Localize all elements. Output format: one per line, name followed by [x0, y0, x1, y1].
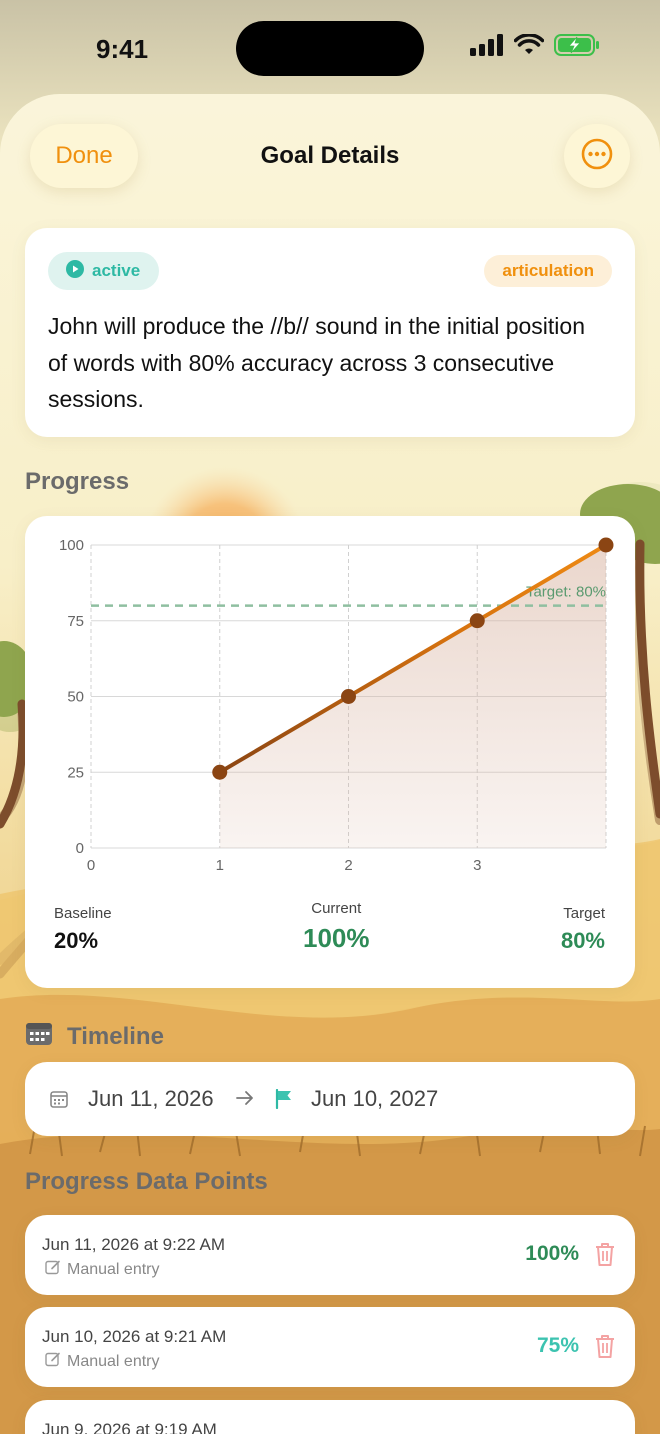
calendar-icon [25, 1020, 53, 1053]
data-point-marker [212, 764, 228, 780]
arrow-right-icon [235, 1089, 255, 1112]
baseline-label: Baseline [54, 905, 112, 922]
data-point-date: Jun 11, 2026 at 9:22 AM [42, 1235, 226, 1254]
goal-description: John will produce the //b// sound in the… [48, 313, 585, 412]
timeline-start: Jun 11, 2026 [50, 1086, 214, 1112]
ellipsis-circle-icon [581, 138, 613, 175]
y-tick-label: 25 [67, 764, 84, 781]
timeline-start-date: Jun 11, 2026 [88, 1086, 214, 1111]
target-value: 80% [560, 928, 605, 953]
data-point-source: Manual entry [45, 1351, 160, 1372]
data-point-value: 100% [525, 1242, 579, 1265]
data-point-marker [341, 689, 356, 704]
timeline-section-title: Timeline [67, 1022, 164, 1050]
data-point-source-label: Manual entry [67, 1352, 160, 1370]
dynamic-island [236, 21, 424, 76]
data-point-row[interactable]: Jun 11, 2026 at 9:22 AM Manual entry 100… [25, 1215, 635, 1295]
status-badge: active [48, 252, 160, 290]
more-options-button[interactable] [564, 124, 630, 188]
data-points-section-title: Progress Data Points [25, 1168, 268, 1195]
goal-details-sheet: Done Goal Details active articulation Jo… [0, 94, 660, 1434]
y-tick-label: 50 [67, 689, 84, 706]
data-point-date: Jun 10, 2026 at 9:21 AM [42, 1327, 227, 1346]
goal-card: active articulation John will produce th… [25, 228, 635, 437]
trash-icon[interactable] [594, 1241, 616, 1272]
data-point-date: Jun 9, 2026 at 9:19 AM [42, 1420, 217, 1434]
status-badge-label: active [92, 261, 141, 280]
current-value: 100% [303, 923, 370, 953]
wifi-icon [513, 33, 545, 61]
status-time: 9:41 [96, 34, 149, 64]
progress-section-title: Progress [25, 468, 130, 495]
data-point-row[interactable]: Jun 9, 2026 at 9:19 AM [25, 1400, 635, 1434]
y-tick-label: 100 [59, 537, 84, 554]
page-title: Goal Details [260, 142, 400, 169]
progress-chart: 10075502500 1 2 3Target: 80% [59, 537, 614, 874]
edit-icon [45, 1351, 61, 1372]
y-tick-label: 75 [67, 613, 84, 630]
edit-icon [45, 1259, 61, 1280]
current-stat: Current 100% [303, 900, 370, 954]
x-tick-label: 1 [216, 857, 224, 874]
progress-chart-card: 100 75 50 25 0 0 1 2 3 Target: 80% Baseline 20% C… [25, 516, 635, 988]
cellular-signal-icon [470, 34, 504, 61]
timeline-end: Jun 10, 2027 [275, 1086, 438, 1112]
category-badge: articulation [484, 255, 612, 287]
timeline-card: Jun 11, 2026 Jun 10, 2027 [25, 1062, 635, 1136]
battery-charging-icon [554, 34, 600, 61]
trash-icon[interactable] [594, 1333, 616, 1364]
target-stat: Target 80% [561, 905, 605, 954]
data-point-marker [598, 537, 614, 553]
data-point-value: 75% [536, 1334, 579, 1357]
x-tick-label: 3 [473, 857, 481, 874]
flag-icon [275, 1089, 293, 1109]
data-point-source-label: Manual entry [67, 1260, 160, 1278]
target-label: Target [563, 905, 605, 922]
y-tick-label: 0 [76, 840, 84, 857]
baseline-stat: Baseline 20% [54, 905, 112, 954]
data-point-marker [469, 613, 485, 629]
baseline-value: 20% [54, 928, 99, 953]
timeline-section-header: Timeline [25, 1020, 164, 1053]
play-circle-icon [66, 259, 84, 283]
calendar-icon [50, 1090, 68, 1108]
current-label: Current [311, 900, 362, 917]
status-bar: 9:41 [0, 0, 660, 95]
data-point-row[interactable]: Jun 10, 2026 at 9:21 AM Manual entry 75% [25, 1307, 635, 1387]
status-icons [470, 33, 600, 61]
timeline-end-date: Jun 10, 2027 [311, 1086, 439, 1111]
x-tick-label: 0 [87, 857, 95, 874]
x-tick-label: 2 [344, 857, 352, 874]
data-point-source: Manual entry [45, 1259, 160, 1280]
navigation-bar: Done Goal Details [0, 124, 660, 190]
